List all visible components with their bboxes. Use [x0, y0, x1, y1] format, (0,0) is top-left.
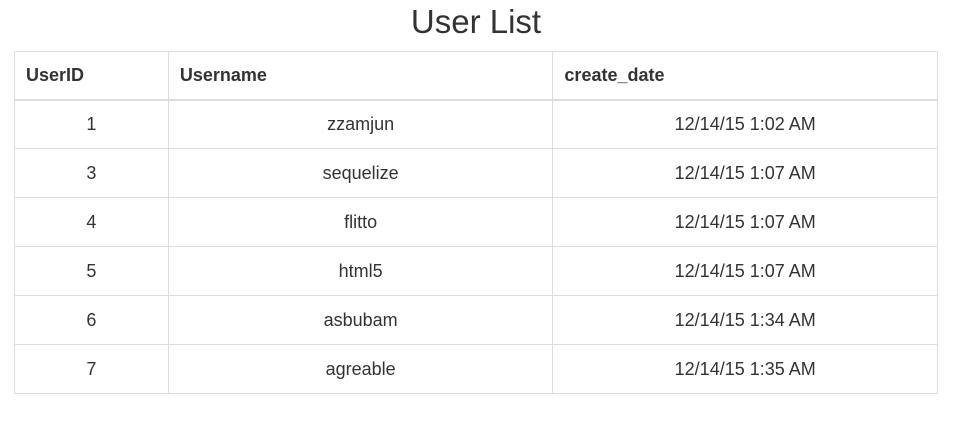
userid-cell: 4 [14, 197, 169, 247]
page-title: User List [410, 3, 542, 40]
create-date-cell: 12/14/15 1:35 AM [552, 344, 938, 394]
userid-cell: 6 [14, 295, 169, 345]
create-date-cell: 12/14/15 1:34 AM [552, 295, 938, 345]
table-row: 5 html5 12/14/15 1:07 AM [14, 246, 938, 296]
header-row: UserID Username create_date [14, 51, 938, 101]
username-cell: asbubam [167, 295, 554, 345]
create-date-cell: 12/14/15 1:07 AM [552, 246, 938, 296]
username-cell: agreable [167, 344, 554, 394]
column-header-create-date: create_date [552, 51, 938, 101]
table-row: 7 agreable 12/14/15 1:35 AM [14, 344, 938, 394]
create-date-cell: 12/14/15 1:07 AM [552, 197, 938, 247]
userid-cell: 1 [14, 99, 169, 149]
userid-cell: 3 [14, 148, 169, 198]
column-header-username: Username [167, 51, 554, 101]
table-header: UserID Username create_date [14, 51, 938, 101]
table-row: 4 flitto 12/14/15 1:07 AM [14, 197, 938, 247]
username-cell: zzamjun [167, 99, 554, 149]
userid-cell: 5 [14, 246, 169, 296]
userid-cell: 7 [14, 344, 169, 394]
table-row: 6 asbubam 12/14/15 1:34 AM [14, 295, 938, 345]
table-row: 3 sequelize 12/14/15 1:07 AM [14, 148, 938, 198]
column-header-userid: UserID [14, 51, 169, 101]
user-table: UserID Username create_date 1 zzamjun 12… [14, 51, 938, 394]
create-date-cell: 12/14/15 1:02 AM [552, 99, 938, 149]
table-row: 1 zzamjun 12/14/15 1:02 AM [14, 99, 938, 149]
username-cell: flitto [167, 197, 554, 247]
username-cell: sequelize [167, 148, 554, 198]
create-date-cell: 12/14/15 1:07 AM [552, 148, 938, 198]
username-cell: html5 [167, 246, 554, 296]
table-body: 1 zzamjun 12/14/15 1:02 AM 3 sequelize 1… [14, 99, 938, 394]
